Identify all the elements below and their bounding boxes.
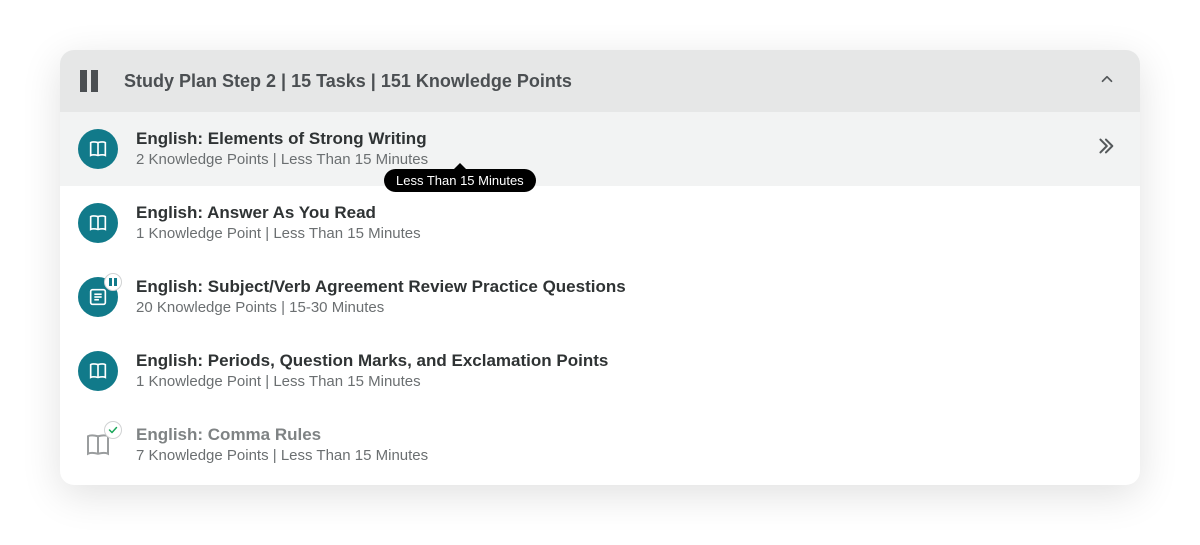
check-badge-icon xyxy=(104,421,122,439)
task-texts: English: Comma Rules 7 Knowledge Points … xyxy=(136,425,1116,464)
study-plan-card: Study Plan Step 2 | 15 Tasks | 151 Knowl… xyxy=(60,50,1140,485)
book-icon xyxy=(78,351,118,391)
task-row[interactable]: English: Subject/Verb Agreement Review P… xyxy=(60,260,1140,334)
task-title: English: Elements of Strong Writing xyxy=(136,129,1094,149)
task-meta: 20 Knowledge Points | 15-30 Minutes xyxy=(136,299,1116,316)
study-plan-title: Study Plan Step 2 | 15 Tasks | 151 Knowl… xyxy=(124,71,1098,92)
task-texts: English: Subject/Verb Agreement Review P… xyxy=(136,277,1116,316)
task-texts: English: Elements of Strong Writing 2 Kn… xyxy=(136,129,1094,168)
task-row[interactable]: English: Periods, Question Marks, and Ex… xyxy=(60,334,1140,408)
task-title: English: Subject/Verb Agreement Review P… xyxy=(136,277,1116,297)
task-meta: 1 Knowledge Point | Less Than 15 Minutes xyxy=(136,373,1116,390)
book-open-icon xyxy=(78,425,118,465)
task-title: English: Answer As You Read xyxy=(136,203,1116,223)
task-meta: 7 Knowledge Points | Less Than 15 Minute… xyxy=(136,447,1116,464)
task-title: English: Comma Rules xyxy=(136,425,1116,445)
pause-badge-icon xyxy=(104,273,122,291)
study-plan-header[interactable]: Study Plan Step 2 | 15 Tasks | 151 Knowl… xyxy=(60,50,1140,112)
task-row[interactable]: English: Elements of Strong Writing 2 Kn… xyxy=(60,112,1140,186)
list-icon xyxy=(78,277,118,317)
task-texts: English: Periods, Question Marks, and Ex… xyxy=(136,351,1116,390)
task-row[interactable]: English: Answer As You Read 1 Knowledge … xyxy=(60,186,1140,260)
expand-icon[interactable] xyxy=(1094,135,1116,162)
task-texts: English: Answer As You Read 1 Knowledge … xyxy=(136,203,1116,242)
book-icon xyxy=(78,203,118,243)
pause-icon xyxy=(78,70,100,92)
task-meta: 1 Knowledge Point | Less Than 15 Minutes xyxy=(136,225,1116,242)
task-meta: 2 Knowledge Points | Less Than 15 Minute… xyxy=(136,151,1094,168)
task-row[interactable]: English: Comma Rules 7 Knowledge Points … xyxy=(60,408,1140,482)
duration-tooltip: Less Than 15 Minutes xyxy=(384,169,536,192)
chevron-up-icon[interactable] xyxy=(1098,70,1116,93)
task-title: English: Periods, Question Marks, and Ex… xyxy=(136,351,1116,371)
book-icon xyxy=(78,129,118,169)
